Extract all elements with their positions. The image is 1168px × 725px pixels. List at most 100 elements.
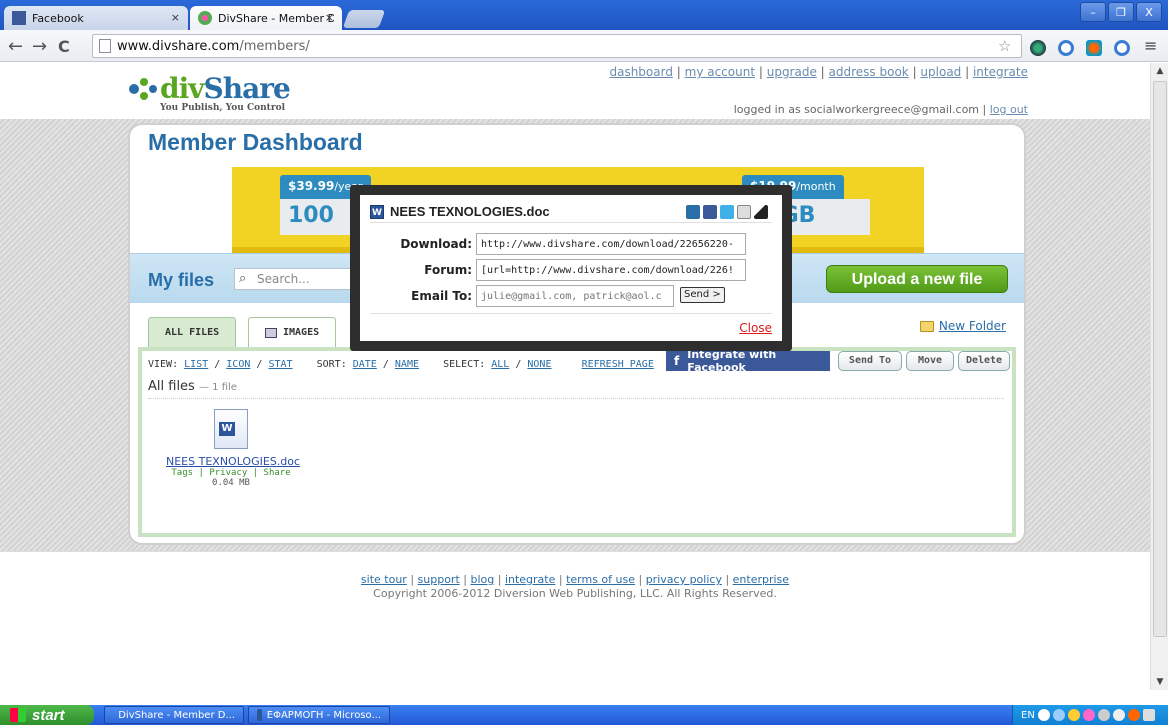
file-name-link[interactable]: NEES TEXNOLOGIES.doc bbox=[166, 455, 300, 468]
bookmark-star-icon[interactable]: ☆ bbox=[998, 37, 1011, 55]
file-privacy-link[interactable]: Privacy bbox=[209, 468, 247, 478]
word-file-icon: W bbox=[370, 205, 384, 219]
search-icon: ⌕ bbox=[239, 271, 247, 286]
tab-close-icon[interactable]: × bbox=[171, 11, 180, 24]
extension-skype-icon[interactable] bbox=[1086, 40, 1102, 56]
forum-code-field[interactable] bbox=[476, 259, 746, 281]
sort-date-link[interactable]: DATE bbox=[353, 359, 377, 370]
file-item[interactable]: W NEES TEXNOLOGIES.doc Tags | Privacy | … bbox=[166, 409, 300, 488]
view-list-link[interactable]: LIST bbox=[184, 359, 208, 370]
file-share-modal: W NEES TEXNOLOGIES.doc Download: Forum: bbox=[350, 185, 792, 351]
nav-my-account-link[interactable]: my account bbox=[685, 65, 755, 79]
facebook-share-icon[interactable] bbox=[703, 205, 717, 219]
tray-star-icon[interactable] bbox=[1067, 709, 1080, 721]
windows-taskbar: start DivShare - Member D... ΕΦΑΡΜΟΓΗ - … bbox=[0, 705, 1168, 725]
integrate-facebook-button[interactable]: f Integrate with Facebook bbox=[666, 348, 830, 374]
image-icon bbox=[265, 327, 277, 338]
footer-site-tour-link[interactable]: site tour bbox=[361, 573, 407, 586]
file-tags-link[interactable]: Tags bbox=[171, 468, 193, 478]
tab-label: DivShare - Member Dashboar bbox=[218, 11, 334, 25]
site-footer: site tour | support | blog | integrate |… bbox=[0, 573, 1150, 601]
scroll-down-arrow-icon[interactable]: ▼ bbox=[1151, 674, 1168, 690]
nav-upgrade-link[interactable]: upgrade bbox=[767, 65, 817, 79]
view-options: VIEW: LIST / ICON / STAT SORT: DATE / NA… bbox=[148, 359, 654, 370]
tab-images[interactable]: IMAGES bbox=[248, 317, 337, 347]
upload-new-file-button[interactable]: Upload a new file bbox=[826, 265, 1008, 293]
footer-integrate-link[interactable]: integrate bbox=[505, 573, 555, 586]
nav-upload-link[interactable]: upload bbox=[920, 65, 961, 79]
modal-close-link[interactable]: Close bbox=[739, 321, 772, 335]
browser-menu-icon[interactable]: ≡ bbox=[1144, 36, 1157, 55]
tray-app-icon[interactable] bbox=[1082, 709, 1095, 721]
extension-sync-icon[interactable] bbox=[1058, 40, 1074, 56]
extension-sync-icon-2[interactable] bbox=[1114, 40, 1130, 56]
url-path: /members/ bbox=[239, 38, 310, 54]
nav-dashboard-link[interactable]: dashboard bbox=[609, 65, 672, 79]
footer-enterprise-link[interactable]: enterprise bbox=[733, 573, 789, 586]
start-button[interactable]: start bbox=[0, 705, 94, 725]
view-icon-link[interactable]: ICON bbox=[226, 359, 250, 370]
refresh-page-link[interactable]: REFRESH PAGE bbox=[582, 359, 654, 370]
select-none-link[interactable]: NONE bbox=[527, 359, 551, 370]
tray-clock-icon[interactable] bbox=[1112, 709, 1125, 721]
nav-address-book-link[interactable]: address book bbox=[829, 65, 909, 79]
send-button[interactable]: Send > bbox=[680, 287, 725, 303]
scroll-up-arrow-icon[interactable]: ▲ bbox=[1151, 63, 1168, 79]
forward-icon[interactable]: → bbox=[32, 36, 47, 57]
myspace-share-icon[interactable] bbox=[686, 205, 700, 219]
digg-share-icon[interactable] bbox=[737, 205, 751, 219]
close-window-button[interactable]: X bbox=[1136, 2, 1162, 22]
send-to-button[interactable]: Send To bbox=[838, 351, 902, 371]
tab-all-files[interactable]: ALL FILES bbox=[148, 317, 237, 347]
move-button[interactable]: Move bbox=[906, 351, 954, 371]
tab-divshare[interactable]: DivShare - Member Dashboar × bbox=[190, 6, 342, 30]
log-out-link[interactable]: log out bbox=[990, 103, 1028, 116]
nav-integrate-link[interactable]: integrate bbox=[973, 65, 1028, 79]
folder-icon bbox=[919, 320, 934, 332]
tab-close-icon[interactable]: × bbox=[325, 11, 334, 24]
reload-icon[interactable]: C bbox=[58, 37, 70, 56]
footer-blog-link[interactable]: blog bbox=[470, 573, 494, 586]
all-files-heading: All files — 1 file bbox=[148, 379, 1004, 399]
footer-terms-link[interactable]: terms of use bbox=[566, 573, 635, 586]
new-tab-button[interactable] bbox=[342, 10, 386, 28]
tray-volume-icon[interactable] bbox=[1052, 709, 1065, 721]
language-indicator[interactable]: EN bbox=[1021, 710, 1035, 721]
page-scrollbar[interactable]: ▲ ▼ bbox=[1150, 63, 1168, 690]
file-share-link[interactable]: Share bbox=[264, 468, 291, 478]
tray-network-icon[interactable] bbox=[1037, 709, 1050, 721]
divshare-favicon-icon bbox=[198, 11, 212, 25]
sort-name-link[interactable]: NAME bbox=[395, 359, 419, 370]
page-title: Member Dashboard bbox=[148, 129, 363, 155]
email-to-field[interactable] bbox=[476, 285, 674, 307]
footer-privacy-link[interactable]: privacy policy bbox=[646, 573, 722, 586]
extension-globe-icon[interactable] bbox=[1030, 40, 1046, 56]
maximize-button[interactable]: ❐ bbox=[1108, 2, 1134, 22]
delete-button[interactable]: Delete bbox=[958, 351, 1010, 371]
modal-body: W NEES TEXNOLOGIES.doc Download: Forum: bbox=[360, 195, 782, 341]
tray-alert-icon[interactable] bbox=[1127, 709, 1140, 721]
page-icon bbox=[99, 39, 111, 53]
download-url-field[interactable] bbox=[476, 233, 746, 255]
scrollbar-thumb[interactable] bbox=[1153, 81, 1167, 637]
footer-support-link[interactable]: support bbox=[418, 573, 460, 586]
address-bar[interactable]: www.divshare.com/members/ bbox=[92, 34, 1022, 58]
tab-facebook[interactable]: Facebook × bbox=[4, 6, 188, 30]
back-icon[interactable]: ← bbox=[8, 36, 23, 57]
modal-header: W NEES TEXNOLOGIES.doc bbox=[370, 203, 772, 223]
tray-show-desktop-icon[interactable] bbox=[1142, 709, 1155, 721]
twitter-share-icon[interactable] bbox=[720, 205, 734, 219]
download-label: Download: bbox=[400, 237, 472, 251]
new-folder-link[interactable]: New Folder bbox=[919, 319, 1006, 333]
minimize-button[interactable]: – bbox=[1080, 2, 1106, 22]
select-all-link[interactable]: ALL bbox=[491, 359, 509, 370]
url-host: www.divshare.com bbox=[117, 38, 240, 54]
view-stat-link[interactable]: STAT bbox=[268, 359, 292, 370]
taskbar-item-chrome[interactable]: DivShare - Member D... bbox=[104, 706, 244, 724]
tray-sync-icon[interactable] bbox=[1097, 709, 1110, 721]
word-document-icon[interactable]: W bbox=[214, 409, 248, 449]
taskbar-item-word[interactable]: ΕΦΑΡΜΟΓΗ - Microso... bbox=[248, 706, 390, 724]
copyright: Copyright 2006-2012 Diversion Web Publis… bbox=[373, 587, 777, 600]
facebook-favicon-icon bbox=[12, 11, 26, 25]
delicious-share-icon[interactable] bbox=[754, 205, 768, 219]
